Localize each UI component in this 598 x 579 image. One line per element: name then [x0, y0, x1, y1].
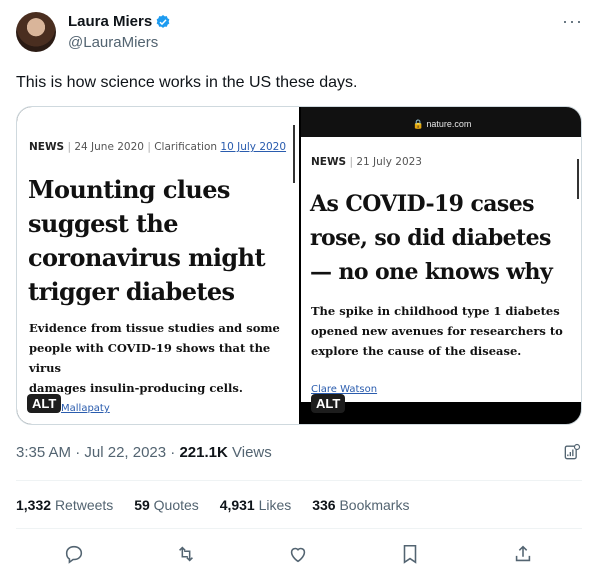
likes-stat[interactable]: 4,931 Likes [220, 497, 292, 513]
clarification-date: 10 July 2020 [220, 141, 287, 153]
article-date: 21 July 2023 [356, 156, 422, 168]
views-count: 221.1K [179, 444, 228, 461]
divider [16, 528, 582, 529]
bookmark-icon[interactable] [399, 543, 421, 565]
browser-address-bar: 🔒 nature.com [301, 107, 581, 137]
views-label: Views [232, 444, 272, 461]
media-image-right[interactable]: 🔒 nature.com NEWS | 21 July 2023 As COVI… [301, 107, 581, 424]
scrollbar [293, 125, 295, 183]
quotes-stat[interactable]: 59 Quotes [134, 497, 199, 513]
engagement-stats: 1,332 Retweets 59 Quotes 4,931 Likes 336… [16, 497, 426, 513]
verified-badge-icon [156, 15, 170, 28]
retweets-stat[interactable]: 1,332 Retweets [16, 497, 113, 513]
tweet-media[interactable]: NEWS | 24 June 2020 | Clarification 10 J… [16, 106, 582, 425]
address-url: nature.com [426, 119, 472, 129]
author-handle[interactable]: @LauraMiers [68, 34, 158, 51]
media-image-left[interactable]: NEWS | 24 June 2020 | Clarification 10 J… [17, 107, 299, 424]
headline-left: Mounting clues suggest the coronavirus m… [28, 175, 266, 306]
action-bar [16, 540, 582, 568]
byline-left: Mallapaty [61, 403, 110, 414]
more-icon[interactable]: ··· [562, 12, 582, 34]
article-date: 24 June 2020 [74, 141, 144, 153]
like-icon[interactable] [287, 543, 309, 565]
tweet-timestamp[interactable]: 3:35 AM · Jul 22, 2023 · 221.1K Views [16, 444, 272, 461]
divider [16, 480, 582, 481]
section-label: NEWS [311, 156, 347, 168]
standfirst-left: Evidence from tissue studies and some pe… [29, 321, 280, 395]
scrollbar [577, 159, 579, 199]
alt-badge-left[interactable]: ALT [27, 394, 62, 413]
bookmarks-stat[interactable]: 336 Bookmarks [312, 497, 409, 513]
headline-right: As COVID-19 cases rose, so did diabetes … [310, 191, 553, 285]
section-label: NEWS [29, 141, 65, 153]
analytics-icon[interactable] [562, 442, 582, 462]
reply-icon[interactable] [63, 543, 85, 565]
lock-icon: 🔒 [412, 119, 424, 129]
standfirst-right: The spike in childhood type 1 diabetes o… [311, 304, 563, 358]
author-name[interactable]: Laura Miers [68, 13, 152, 30]
avatar[interactable] [16, 12, 56, 52]
article-meta-right: NEWS | 21 July 2023 [311, 156, 422, 168]
alt-badge-right[interactable]: ALT [311, 394, 346, 413]
share-icon[interactable] [512, 543, 534, 565]
tweet-text: This is how science works in the US thes… [16, 74, 358, 91]
clarification-label: Clarification [154, 141, 218, 153]
retweet-icon[interactable] [175, 543, 197, 565]
article-meta-left: NEWS | 24 June 2020 | Clarification 10 J… [29, 141, 287, 153]
